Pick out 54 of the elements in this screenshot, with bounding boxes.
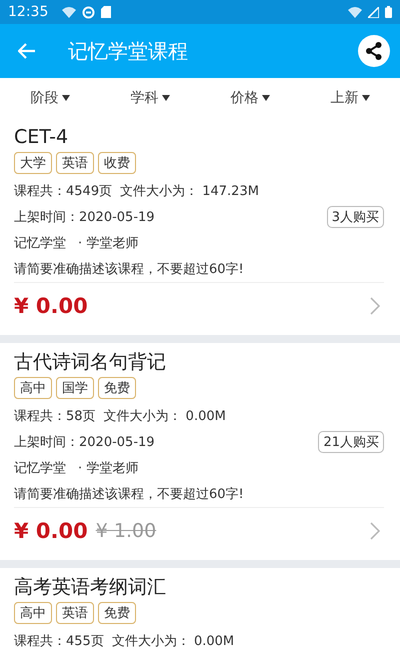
caret-icon xyxy=(262,95,270,101)
buyer-count: 3人购买 xyxy=(326,206,384,228)
battery-icon xyxy=(385,6,392,18)
course-title: CET-4 xyxy=(14,125,70,150)
status-time: 12:35 xyxy=(8,4,48,20)
caret-icon xyxy=(362,95,370,101)
sd-card-icon xyxy=(101,6,112,18)
file-size: 文件大小为： 147.23M xyxy=(120,183,259,200)
filter-dropdown[interactable]: 阶段 xyxy=(24,85,76,111)
teacher-name: · 学堂老师 xyxy=(78,235,138,252)
wifi-icon xyxy=(348,6,362,18)
filter-dropdown[interactable]: 学科 xyxy=(124,85,176,111)
price: ¥ 0.00 xyxy=(14,294,88,318)
file-size: 文件大小为： 0.00M xyxy=(104,408,226,425)
course-card[interactable]: 高考英语考纲词汇 高中 英语 免费 课程共：455页 文件大小为： 0.00M xyxy=(0,568,400,660)
file-size: 文件大小为： 0.00M xyxy=(112,633,234,650)
tag: 高中 xyxy=(14,602,52,624)
teacher-name: · 学堂老师 xyxy=(78,460,138,477)
buyer-count: 21人购买 xyxy=(318,431,384,453)
share-icon xyxy=(364,41,384,61)
original-price: ¥ 1.00 xyxy=(96,520,156,542)
publish-date: 上架时间：2020-05-19 xyxy=(14,434,155,451)
page-count: 课程共：4549页 xyxy=(14,183,112,200)
course-description: 请简要准确描述该课程，不要超过60字! xyxy=(14,481,384,508)
caret-icon xyxy=(162,95,170,101)
course-title: 高考英语考纲词汇 xyxy=(14,575,167,600)
course-title: 古代诗词名句背记 xyxy=(14,350,167,375)
tag: 英语 xyxy=(56,152,94,174)
tag: 国学 xyxy=(56,377,94,399)
wifi-icon xyxy=(62,6,76,18)
tag: 收费 xyxy=(98,152,136,174)
signal-icon xyxy=(368,6,379,18)
caret-icon xyxy=(62,95,70,101)
publisher: 记忆学堂 xyxy=(14,235,66,252)
chevron-right-icon xyxy=(370,522,380,540)
page-title: 记忆学堂课程 xyxy=(68,38,189,64)
publisher: 记忆学堂 xyxy=(14,460,66,477)
filter-dropdown[interactable]: 上新 xyxy=(324,85,376,111)
filter-dropdown[interactable]: 价格 xyxy=(224,85,276,111)
publish-date: 上架时间：2020-05-19 xyxy=(14,209,155,226)
page-count: 课程共：455页 xyxy=(14,633,104,650)
course-description: 请简要准确描述该课程，不要超过60字! xyxy=(14,256,384,283)
course-card[interactable]: 古代诗词名句背记 高中 国学 免费 课程共：58页 文件大小为： 0.00M 上架时间：2020-05-19 21人购买 记忆学堂 · 学堂老师 请简要准确描述该课程，不要超过60字! ¥ 0.00 ¥ 1.00 xyxy=(0,343,400,560)
chevron-right-icon xyxy=(370,297,380,315)
tag: 免费 xyxy=(98,602,136,624)
tag: 英语 xyxy=(56,602,94,624)
tag: 免费 xyxy=(98,377,136,399)
tag: 高中 xyxy=(14,377,52,399)
tag: 大学 xyxy=(14,152,52,174)
page-count: 课程共：58页 xyxy=(14,408,96,425)
back-arrow-icon xyxy=(18,43,36,59)
share-button[interactable] xyxy=(358,35,390,67)
price: ¥ 0.00 xyxy=(14,519,88,543)
course-card[interactable]: CET-4 大学 英语 收费 课程共：4549页 文件大小为： 147.23M 上架时间：2020-05-19 3人购买 记忆学堂 · 学堂老师 请简要准确描述该课程，不要超过60字! ¥ 0.00 xyxy=(0,118,400,335)
